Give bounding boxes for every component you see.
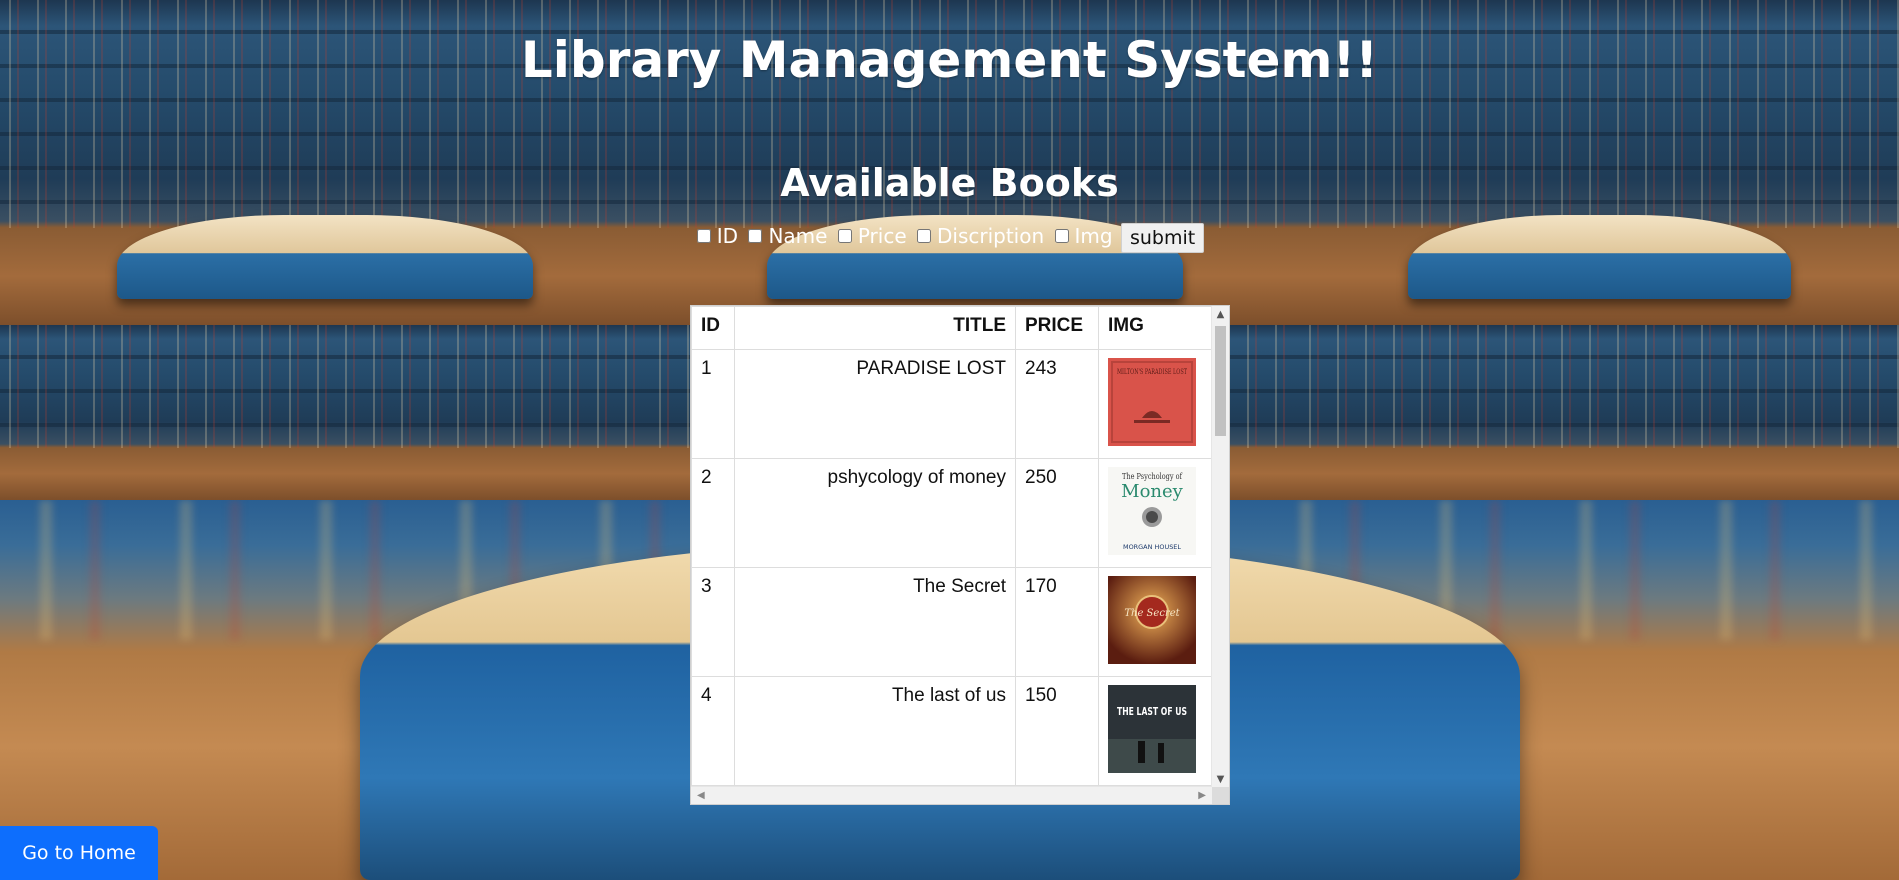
submit-button[interactable]: submit — [1120, 222, 1205, 253]
book-id: 1 — [691, 349, 735, 459]
books-table-container[interactable]: ID TITLE PRICE IMG 1 PARADISE LOST 243 M… — [690, 305, 1230, 805]
section-title: Available Books — [780, 161, 1119, 205]
book-img-cell: The Psychology of Money MORGAN HOUSEL — [1098, 458, 1212, 568]
book-title: The Secret — [734, 567, 1016, 677]
the-last-of-us-cover: THE LAST OF US — [1108, 685, 1196, 773]
go-home-button[interactable]: Go to Home — [0, 826, 158, 880]
book-price: 170 — [1015, 567, 1099, 677]
book-img-cell: The Secret — [1098, 567, 1212, 677]
filter-price-checkbox[interactable] — [837, 229, 852, 243]
filter-id-checkbox[interactable] — [696, 229, 711, 243]
column-header-img: IMG — [1098, 306, 1212, 350]
cover-text: The Secret — [1124, 608, 1180, 619]
the-secret-cover: The Secret — [1108, 576, 1196, 664]
book-id: 3 — [691, 567, 735, 677]
horizontal-scrollbar[interactable]: ◀ ▶ — [691, 786, 1212, 804]
filter-description-checkbox[interactable] — [916, 229, 931, 243]
table-row: 3 The Secret 170 The Secret — [691, 567, 1212, 677]
column-header-price: PRICE — [1015, 306, 1099, 350]
scroll-right-icon[interactable]: ▶ — [1198, 787, 1206, 804]
books-table: ID TITLE PRICE IMG 1 PARADISE LOST 243 M… — [691, 306, 1212, 786]
paradise-lost-cover: MILTON'S PARADISE LOST — [1108, 358, 1196, 446]
table-header-row: ID TITLE PRICE IMG — [691, 306, 1212, 350]
scrollbar-thumb[interactable] — [1215, 326, 1226, 436]
filter-description[interactable]: Discription — [916, 218, 1044, 254]
background-tile — [1300, 325, 1899, 500]
psychology-of-money-cover: The Psychology of Money MORGAN HOUSEL — [1108, 467, 1196, 555]
book-price: 150 — [1015, 676, 1099, 786]
book-title: PARADISE LOST — [734, 349, 1016, 459]
column-filter-form: ID Name Price Discription Img submit — [0, 218, 1899, 254]
cover-text: The Psychology of — [1122, 472, 1183, 481]
scrollbar-corner — [1212, 787, 1229, 804]
scroll-left-icon[interactable]: ◀ — [697, 787, 705, 804]
scroll-up-icon[interactable]: ▲ — [1212, 306, 1229, 323]
cover-text: Money — [1121, 481, 1184, 502]
filter-img[interactable]: Img — [1054, 218, 1113, 254]
book-price: 250 — [1015, 458, 1099, 568]
book-title: pshycology of money — [734, 458, 1016, 568]
book-id: 4 — [691, 676, 735, 786]
filter-name[interactable]: Name — [748, 218, 827, 254]
scroll-down-icon[interactable]: ▼ — [1212, 771, 1229, 788]
filter-img-checkbox[interactable] — [1054, 229, 1069, 243]
column-header-title: TITLE — [734, 306, 1016, 350]
book-title: The last of us — [734, 676, 1016, 786]
cover-text: THE LAST OF US — [1117, 705, 1187, 718]
cover-text: MORGAN HOUSEL — [1123, 544, 1182, 551]
book-id: 2 — [691, 458, 735, 568]
background-tile — [0, 325, 650, 500]
filter-price[interactable]: Price — [837, 218, 907, 254]
page-title: Library Management System!! — [520, 31, 1379, 89]
filter-name-checkbox[interactable] — [748, 229, 763, 243]
filter-id[interactable]: ID — [696, 218, 738, 254]
column-header-id: ID — [691, 306, 735, 350]
book-img-cell: THE LAST OF US — [1098, 676, 1212, 786]
vertical-scrollbar[interactable]: ▲ ▼ — [1211, 306, 1229, 788]
book-img-cell: MILTON'S PARADISE LOST — [1098, 349, 1212, 459]
table-row: 2 pshycology of money 250 The Psychology… — [691, 458, 1212, 568]
book-price: 243 — [1015, 349, 1099, 459]
table-row: 1 PARADISE LOST 243 MILTON'S PARADISE LO… — [691, 349, 1212, 459]
table-row: 4 The last of us 150 THE LAST OF US — [691, 676, 1212, 786]
cover-text: MILTON'S PARADISE LOST — [1117, 368, 1187, 376]
